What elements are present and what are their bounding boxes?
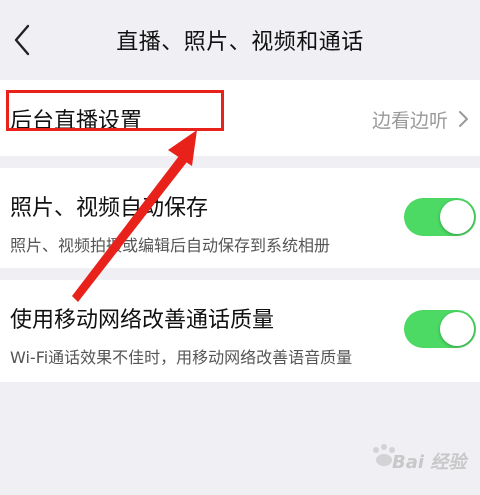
mobile-call-row: 使用移动网络改善通话质量 Wi-Fi通话效果不佳时，用移动网络改善语音质量	[0, 280, 480, 382]
nav-header: 直播、照片、视频和通话	[0, 0, 480, 80]
chevron-right-icon	[459, 111, 468, 127]
auto-save-label: 照片、视频自动保存	[10, 196, 209, 221]
toggle-knob	[440, 312, 474, 346]
annotation-highlight-box	[6, 90, 224, 131]
auto-save-toggle[interactable]	[404, 198, 476, 236]
live-background-value: 边看边听	[371, 110, 448, 132]
mobile-call-label: 使用移动网络改善通话质量	[10, 308, 275, 333]
auto-save-row: 照片、视频自动保存 照片、视频拍摄或编辑后自动保存到系统相册	[0, 168, 480, 268]
settings-group-call: 使用移动网络改善通话质量 Wi-Fi通话效果不佳时，用移动网络改善语音质量	[0, 280, 480, 382]
watermark-text: Bai 经验	[392, 452, 467, 473]
mobile-call-toggle[interactable]	[404, 310, 476, 348]
page-title: 直播、照片、视频和通话	[116, 30, 364, 55]
toggle-knob	[440, 200, 474, 234]
auto-save-description: 照片、视频拍摄或编辑后自动保存到系统相册	[10, 236, 331, 255]
mobile-call-description: Wi-Fi通话效果不佳时，用移动网络改善语音质量	[10, 348, 353, 367]
settings-group-auto-save: 照片、视频自动保存 照片、视频拍摄或编辑后自动保存到系统相册	[0, 168, 480, 268]
